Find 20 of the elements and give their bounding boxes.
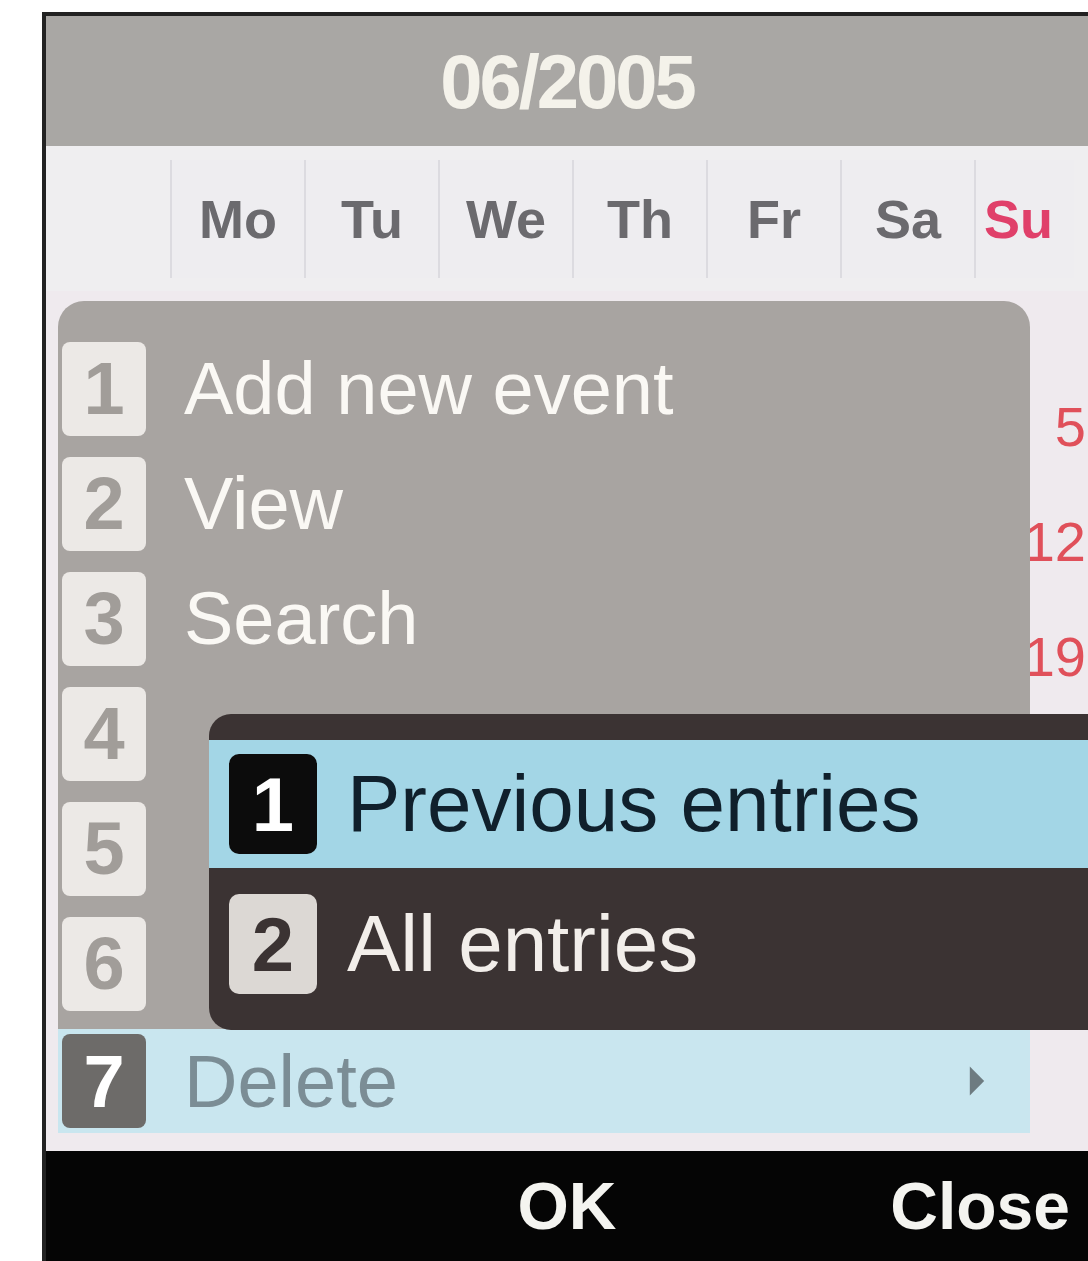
menu-item[interactable]: 2 All entries — [209, 880, 1088, 1008]
number-badge: 4 — [62, 686, 146, 781]
day-number: 5 — [1054, 394, 1086, 460]
window-title: 06/2005 — [440, 37, 694, 125]
menu-item[interactable]: 1 Add new event — [58, 331, 1030, 446]
menu-item[interactable]: 7 Delete — [58, 1029, 1030, 1133]
close-button[interactable]: Close — [890, 1168, 1088, 1244]
menu-item[interactable]: 6 — [58, 906, 150, 1021]
number-badge: 5 — [62, 801, 146, 896]
number-badge: 6 — [62, 916, 146, 1011]
number-badge: 2 — [62, 456, 146, 551]
number-badge: 1 — [62, 341, 146, 436]
menu-item[interactable]: 1 Previous entries — [209, 740, 1088, 868]
number-badge: 1 — [229, 754, 317, 854]
menu-item[interactable]: 5 — [58, 791, 150, 906]
number-badge: 7 — [62, 1034, 146, 1128]
number-badge: 2 — [229, 894, 317, 994]
menu-item[interactable]: 4 — [58, 676, 150, 791]
number-badge: 3 — [62, 571, 146, 666]
ok-button[interactable]: OK — [517, 1168, 617, 1244]
